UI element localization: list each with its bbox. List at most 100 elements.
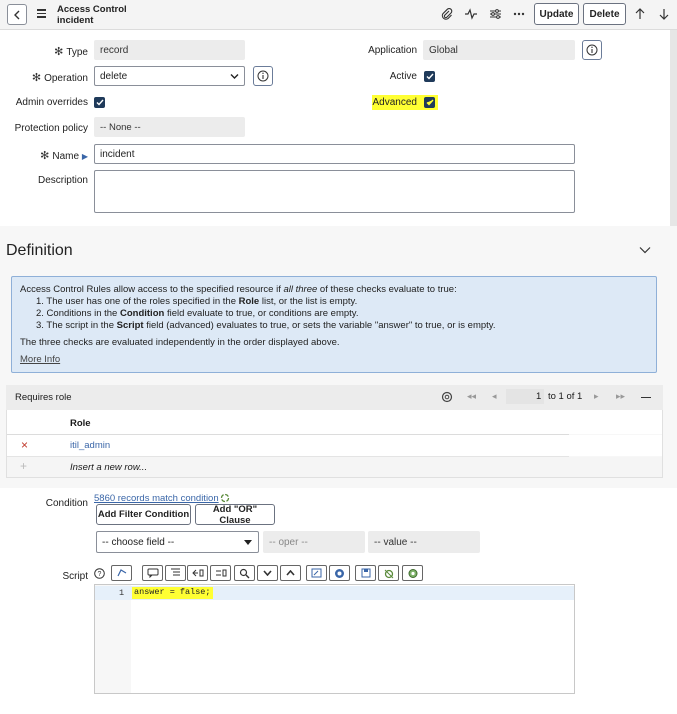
script-debugger-icon[interactable] xyxy=(306,565,327,581)
more-options-icon[interactable] xyxy=(512,7,526,21)
pagination-text: to 1 of 1 xyxy=(548,391,583,402)
type-field: record xyxy=(94,40,245,60)
script-code[interactable]: answer = false; xyxy=(132,587,213,599)
first-page-icon[interactable]: ◂◂ xyxy=(467,391,476,402)
definition-intro: Access Control Rules allow access to the… xyxy=(20,284,457,295)
scrollbar[interactable] xyxy=(670,30,677,226)
application-field: Global xyxy=(423,40,575,60)
active-label: Active xyxy=(389,71,417,82)
role-link[interactable]: itil_admin xyxy=(70,440,110,451)
table-row: × itil_admin xyxy=(7,435,662,456)
gear-icon[interactable] xyxy=(441,391,453,406)
comment-icon[interactable] xyxy=(142,565,163,581)
svg-text:?: ? xyxy=(98,571,102,578)
page-number: 1 xyxy=(536,391,542,402)
protection-policy-field: -- None -- xyxy=(94,117,245,137)
search-icon[interactable] xyxy=(234,565,255,581)
operation-value: delete xyxy=(100,70,128,82)
script-label: Script xyxy=(62,571,88,582)
add-filter-condition-button[interactable]: Add Filter Condition xyxy=(96,504,191,525)
records-match-link[interactable]: 5860 records match condition xyxy=(94,493,219,504)
admin-overrides-label: Admin overrides xyxy=(15,97,88,108)
line-number: 1 xyxy=(119,588,125,598)
choose-field-select[interactable]: -- choose field -- xyxy=(96,531,259,553)
script-assist-icon[interactable] xyxy=(111,565,132,581)
collapse-icon[interactable] xyxy=(639,246,651,257)
search-next-icon[interactable] xyxy=(257,565,278,581)
active-checkbox[interactable] xyxy=(424,71,435,82)
choose-field-value: -- choose field -- xyxy=(102,536,175,548)
chevron-down-icon xyxy=(639,247,651,254)
name-input[interactable]: incident xyxy=(94,144,575,164)
roles-list-body: Role × itil_admin + Insert a new row... xyxy=(6,410,663,478)
chevron-left-icon xyxy=(14,10,20,19)
format-code-icon[interactable] xyxy=(165,565,186,581)
insert-row[interactable]: + Insert a new row... xyxy=(7,457,662,477)
replace-icon[interactable] xyxy=(187,565,208,581)
line-gutter xyxy=(95,585,131,693)
delete-button[interactable]: Delete xyxy=(583,3,626,25)
description-label: Description xyxy=(37,175,88,186)
advanced-checkbox[interactable] xyxy=(424,97,435,108)
back-button[interactable] xyxy=(7,4,27,25)
condition-label: Condition xyxy=(45,498,88,509)
role-column-header[interactable]: Role xyxy=(70,418,91,429)
next-page-icon[interactable]: ▸ xyxy=(594,391,599,402)
application-info-button[interactable] xyxy=(582,40,602,60)
info-icon xyxy=(586,44,598,56)
caret-down-icon xyxy=(244,540,252,545)
previous-page-icon[interactable]: ◂ xyxy=(492,391,497,402)
definition-title: Definition xyxy=(6,242,73,259)
activity-icon[interactable] xyxy=(464,7,478,21)
operation-label: ✻ Operation xyxy=(31,72,88,84)
save-script-icon[interactable] xyxy=(355,565,376,581)
script-help-icon[interactable]: ? xyxy=(94,568,105,582)
form-title: Access Control incident xyxy=(57,4,127,26)
insert-row-label: Insert a new row... xyxy=(70,462,148,473)
reference-arrow-icon[interactable]: ▶ xyxy=(82,152,88,161)
type-label: ✻ Type xyxy=(54,46,88,58)
settings-sliders-icon[interactable] xyxy=(488,7,502,21)
script-editor[interactable]: 1 answer = false; xyxy=(94,584,575,694)
definition-item-3: 3. The script in the Script field (advan… xyxy=(36,320,496,331)
replace-all-icon[interactable] xyxy=(210,565,231,581)
menu-icon[interactable] xyxy=(37,9,46,20)
paperclip-icon[interactable] xyxy=(440,7,454,21)
update-button[interactable]: Update xyxy=(534,3,579,25)
checkmark-icon xyxy=(426,73,434,80)
checkmark-icon xyxy=(96,99,104,106)
toggle-syntax-icon[interactable] xyxy=(378,565,399,581)
advanced-label: Advanced xyxy=(372,97,417,108)
arrow-up-icon[interactable] xyxy=(633,7,647,21)
name-label: ✻ Name ▶ xyxy=(40,150,88,162)
description-textarea[interactable] xyxy=(94,170,575,213)
last-page-icon[interactable]: ▸▸ xyxy=(616,391,625,402)
form-header: Access Control incident Update Delete xyxy=(0,0,677,30)
info-icon xyxy=(257,70,269,82)
delete-row-icon[interactable]: × xyxy=(21,438,28,452)
value-field[interactable]: -- value -- xyxy=(368,531,480,553)
syntax-check-icon[interactable] xyxy=(329,565,350,581)
arrow-down-icon[interactable] xyxy=(657,7,671,21)
form-title-record: incident xyxy=(57,15,94,26)
definition-item-1: 1. The user has one of the roles specifi… xyxy=(36,296,358,307)
application-label: Application xyxy=(368,45,417,56)
definition-note: The three checks are evaluated independe… xyxy=(20,337,340,348)
form-title-table: Access Control xyxy=(57,4,127,15)
mandatory-icon: ✻ xyxy=(54,46,64,58)
operator-select[interactable]: -- oper -- xyxy=(263,531,365,553)
definition-item-2: 2. Conditions in the Condition field eva… xyxy=(36,308,359,319)
operation-info-button[interactable] xyxy=(253,66,273,86)
collapse-list-icon[interactable] xyxy=(641,397,651,398)
more-info-link[interactable]: More Info xyxy=(20,354,648,366)
settings-gear-icon[interactable] xyxy=(402,565,423,581)
roles-list-title: Requires role xyxy=(15,392,72,403)
operation-select[interactable]: delete xyxy=(94,66,245,86)
add-or-clause-button[interactable]: Add "OR" Clause xyxy=(195,504,275,526)
plus-icon: + xyxy=(20,459,28,473)
checkmark-icon xyxy=(426,99,434,106)
protection-policy-label: Protection policy xyxy=(14,123,88,134)
admin-overrides-checkbox[interactable] xyxy=(94,97,105,108)
search-previous-icon[interactable] xyxy=(280,565,301,581)
mandatory-icon: ✻ xyxy=(31,72,42,84)
